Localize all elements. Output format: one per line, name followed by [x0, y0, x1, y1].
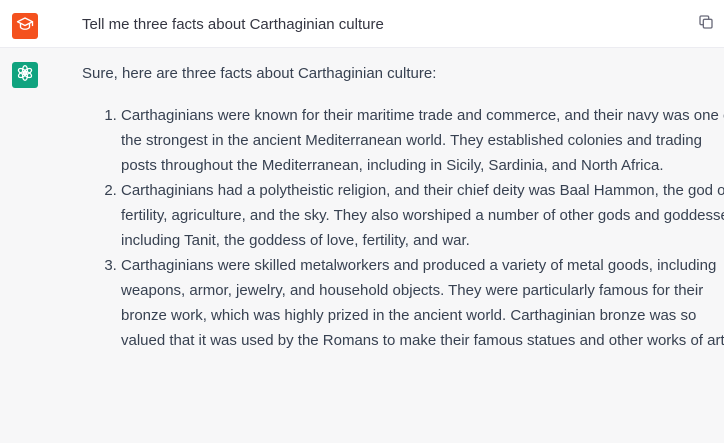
copy-icon: [698, 14, 714, 35]
assistant-intro: Sure, here are three facts about Carthag…: [82, 65, 437, 82]
list-item: Carthaginians were known for their marit…: [121, 103, 724, 178]
facts-list: Carthaginians were known for their marit…: [82, 103, 724, 353]
openai-logo-icon: [16, 64, 34, 87]
user-avatar: [12, 13, 38, 39]
list-item: Carthaginians had a polytheistic religio…: [121, 178, 724, 253]
user-message-text: Tell me three facts about Carthaginian c…: [82, 16, 384, 33]
list-item: Carthaginians were skilled metalworkers …: [121, 253, 724, 353]
copy-button[interactable]: [696, 14, 716, 34]
user-message: Tell me three facts about Carthaginian c…: [0, 0, 724, 48]
assistant-message: Sure, here are three facts about Carthag…: [0, 48, 724, 443]
assistant-avatar: [12, 62, 38, 88]
graduation-cap-icon: [16, 15, 34, 38]
